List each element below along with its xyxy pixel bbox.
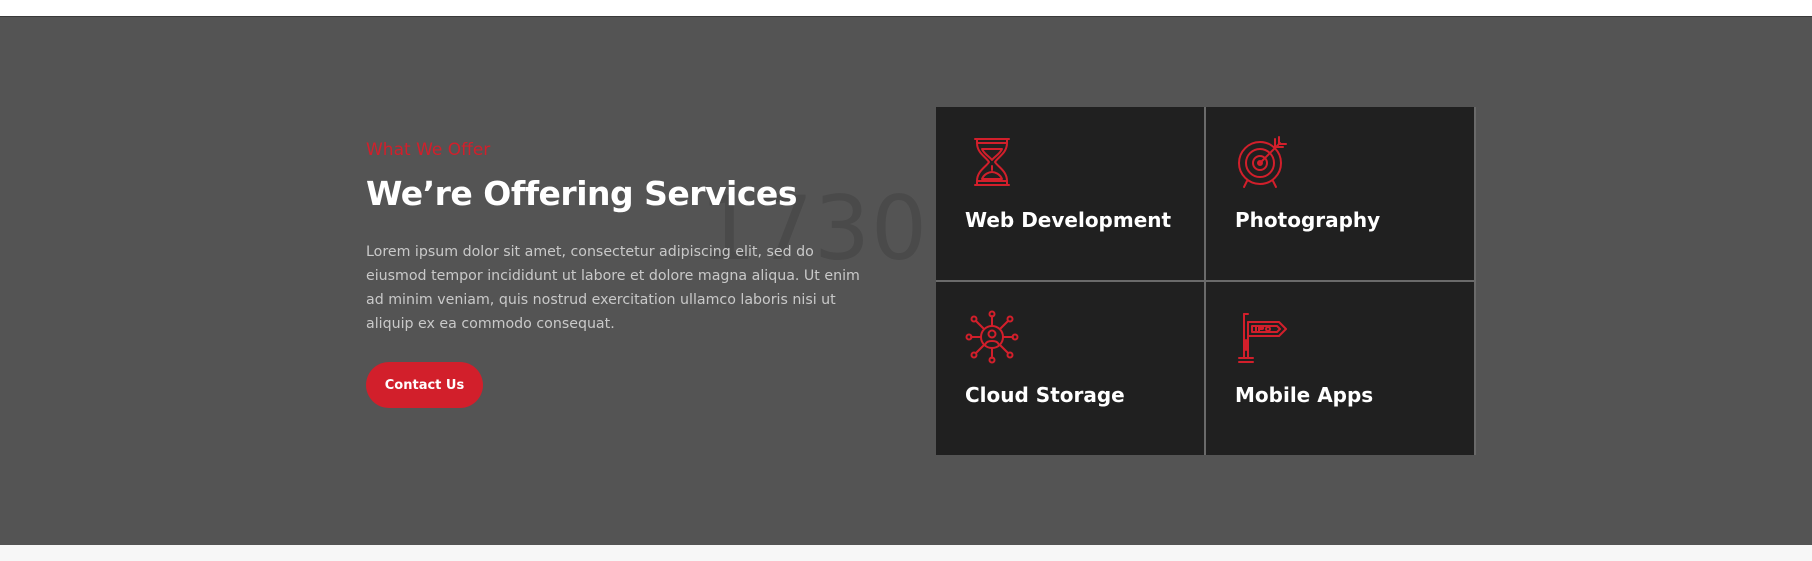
service-title: Mobile Apps bbox=[1235, 383, 1374, 407]
service-title: Photography bbox=[1235, 208, 1381, 232]
section-eyebrow: What We Offer bbox=[366, 140, 491, 160]
services-intro: What We Offer We’re Offering Services Lo… bbox=[366, 139, 886, 408]
network-icon bbox=[965, 310, 1019, 364]
hourglass-icon bbox=[965, 135, 1019, 189]
service-title: Web Development bbox=[965, 208, 1172, 232]
bottom-strip bbox=[0, 545, 1812, 561]
service-card-photography[interactable]: Photography bbox=[1206, 107, 1474, 280]
services-section: 1730 x 580 What We Offer We’re Offering … bbox=[0, 17, 1812, 545]
signpost-icon bbox=[1235, 310, 1289, 364]
section-description: Lorem ipsum dolor sit amet, consectetur … bbox=[366, 244, 860, 332]
service-card-cloud-storage[interactable]: Cloud Storage bbox=[936, 282, 1204, 455]
top-bar bbox=[0, 0, 1812, 17]
services-grid: Web Development Photography Cloud Storag… bbox=[936, 107, 1476, 455]
target-icon bbox=[1235, 135, 1289, 189]
service-card-mobile-apps[interactable]: Mobile Apps bbox=[1206, 282, 1474, 455]
service-card-web-development[interactable]: Web Development bbox=[936, 107, 1204, 280]
contact-us-button[interactable]: Contact Us bbox=[366, 362, 483, 408]
service-title: Cloud Storage bbox=[965, 383, 1125, 407]
section-heading: We’re Offering Services bbox=[366, 174, 797, 213]
